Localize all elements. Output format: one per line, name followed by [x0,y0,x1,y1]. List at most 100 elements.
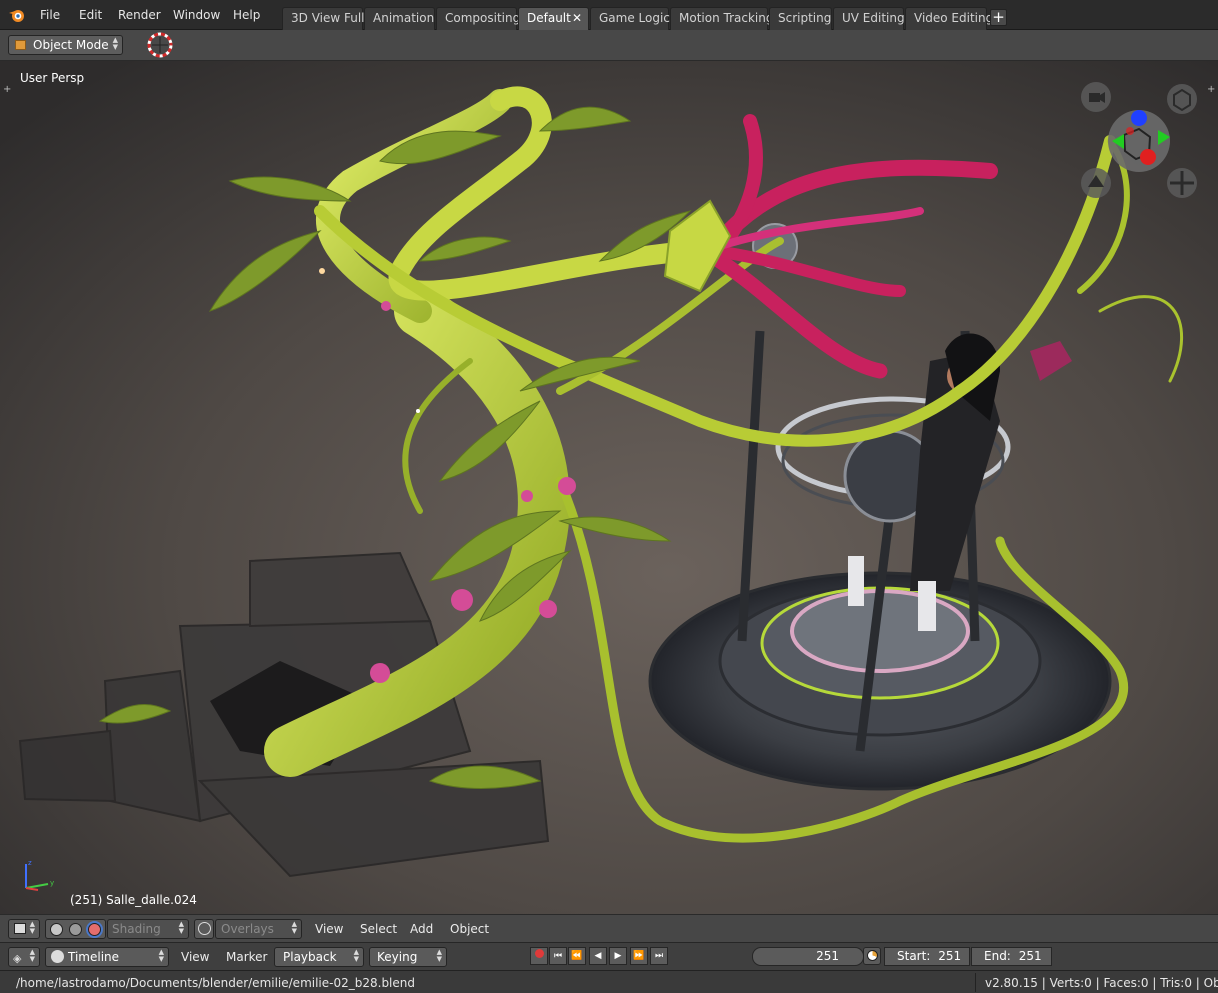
tab-label: UV Editing [842,11,905,25]
svg-text:y: y [50,879,54,887]
start-frame-field[interactable]: Start: 251 [884,947,970,966]
tab-label: Motion Tracking [679,11,774,25]
menu-edit[interactable]: Edit [79,8,102,22]
tab-label: 3D View Full [291,11,365,25]
menu-view[interactable]: View [315,922,343,936]
blender-logo-icon[interactable] [8,6,26,24]
jump-end-button[interactable]: ⏭ [650,947,668,965]
3d-view-editor-icon [14,923,26,934]
playback-dropdown[interactable]: Playback ▲ ▼ [274,947,364,967]
play-reverse-icon: ◀ [594,951,602,961]
timeline-editor-icon: ◈ [13,952,22,965]
scene-stats: v2.80.15 | Verts:0 | Faces:0 | Tris:0 | … [985,976,1218,990]
play-button[interactable]: ▶ [609,947,627,965]
dropdown-arrows-icon: ▲ ▼ [158,948,164,963]
tab-video-editing[interactable]: Video Editing [905,7,993,30]
clock-range-icon [866,950,878,961]
tab-uv-editing[interactable]: UV Editing [833,7,905,30]
current-frame-field[interactable]: 251 [752,947,864,966]
editor-type-dropdown[interactable]: ▲ ▼ [8,919,40,939]
start-label: Start: [897,949,931,963]
menu-help[interactable]: Help [233,8,260,22]
dropdown-arrows-icon: ▲ ▼ [29,920,35,935]
menu-object[interactable]: Object [450,922,489,936]
end-value: 251 [1018,949,1042,963]
file-path: /home/lastrodamo/Documents/blender/emili… [16,976,415,990]
dropdown-arrows-icon: ▲ ▼ [112,36,118,51]
clock-icon [51,950,64,963]
menu-file[interactable]: File [40,8,60,22]
tab-3d-view-full[interactable]: 3D View Full [282,7,365,30]
keying-label: Keying [377,950,418,964]
mode-dropdown[interactable]: Object Mode ▲ ▼ [8,35,123,55]
region-toggle-right-icon[interactable]: + [1207,84,1215,95]
timeline-header: ◈ ▲ ▼ Timeline ▲ ▼ View Marker Playback ▲ ▼… [0,942,1218,970]
tab-motion-tracking[interactable]: Motion Tracking [670,7,773,30]
tab-label: Video Editing [914,11,994,25]
tab-scripting[interactable]: Scripting [769,7,832,30]
tab-compositing[interactable]: Compositing [436,7,521,30]
tab-label: Scripting [778,11,832,25]
tab-label: Default [527,11,571,25]
view-label: User Persp [20,71,85,85]
shading-mode-buttons[interactable] [45,919,106,939]
tab-animation[interactable]: Animation [364,7,435,30]
tab-label: Compositing [445,11,521,25]
3d-viewport[interactable]: User Persp (251) Salle_dalle.024 + + z y [0,61,1218,914]
keying-dropdown[interactable]: Keying ▲ ▼ [369,947,447,967]
dropdown-arrows-icon: ▲ ▼ [291,920,297,935]
top-bar: File Edit Render Window Help 3D View Ful… [0,0,1218,30]
tab-game-logic[interactable]: Game Logic [590,7,670,30]
timeline-menu-view[interactable]: View [181,950,209,964]
play-reverse-button[interactable]: ◀ [589,947,607,965]
next-keyframe-icon: ⏩ [633,951,645,961]
record-button[interactable] [530,947,548,965]
status-divider [975,973,976,992]
playback-label: Playback [283,950,337,964]
dropdown-arrows-icon: ▲ ▼ [353,948,359,963]
viewport-footer: ▲ ▼ Shading ▲ ▼ Overlays ▲ ▼ View Select Ad… [0,914,1218,942]
jump-end-icon: ⏭ [654,951,664,961]
timeline-menu-marker[interactable]: Marker [226,950,267,964]
timeline-mode-label: Timeline [68,950,120,964]
solid-shading-icon[interactable] [50,923,63,936]
preview-range-toggle[interactable] [863,947,881,965]
tab-label: Animation [373,11,435,25]
object-mode-icon [15,40,26,50]
next-keyframe-button[interactable]: ⏩ [630,947,648,965]
navigation-gizmo[interactable] [1078,79,1208,209]
menu-render[interactable]: Render [118,8,161,22]
tab-label: Game Logic [599,11,670,25]
axis-indicator-icon: z y [25,859,54,891]
menu-window[interactable]: Window [173,8,220,22]
mode-label: Object Mode [33,38,109,52]
scene-render [0,61,1218,914]
dropdown-arrows-icon: ▲ ▼ [178,920,184,935]
dropdown-arrows-icon: ▲ ▼ [436,948,442,963]
rendered-shading-icon[interactable] [88,923,101,936]
shading-dropdown[interactable]: Shading ▲ ▼ [107,919,189,939]
start-value: 251 [938,949,962,963]
close-tab-icon[interactable]: ✕ [572,8,582,29]
shading-label: Shading [112,922,161,936]
timeline-editor-type-dropdown[interactable]: ◈ ▲ ▼ [8,947,40,967]
material-shading-icon[interactable] [69,923,82,936]
end-label: End: [984,949,1011,963]
menu-select[interactable]: Select [360,922,397,936]
jump-start-icon: ⏮ [553,951,563,961]
prev-keyframe-button[interactable]: ⏪ [568,947,586,965]
menu-add[interactable]: Add [410,922,433,936]
timeline-mode-dropdown[interactable]: Timeline ▲ ▼ [45,947,169,967]
region-toggle-left-icon[interactable]: + [3,84,11,95]
add-workspace-button[interactable]: + [990,9,1007,26]
3d-cursor-tool-icon[interactable] [145,31,175,61]
dropdown-arrows-icon: ▲ ▼ [29,948,35,963]
tab-default[interactable]: Default ✕ [518,7,589,30]
overlays-label: Overlays [221,922,274,936]
status-bar: /home/lastrodamo/Documents/blender/emili… [0,970,1218,993]
overlays-toggle[interactable] [194,919,214,939]
end-frame-field[interactable]: End: 251 [971,947,1052,966]
overlays-dropdown[interactable]: Overlays ▲ ▼ [215,919,302,939]
jump-start-button[interactable]: ⏮ [549,947,567,965]
play-icon: ▶ [614,951,622,961]
